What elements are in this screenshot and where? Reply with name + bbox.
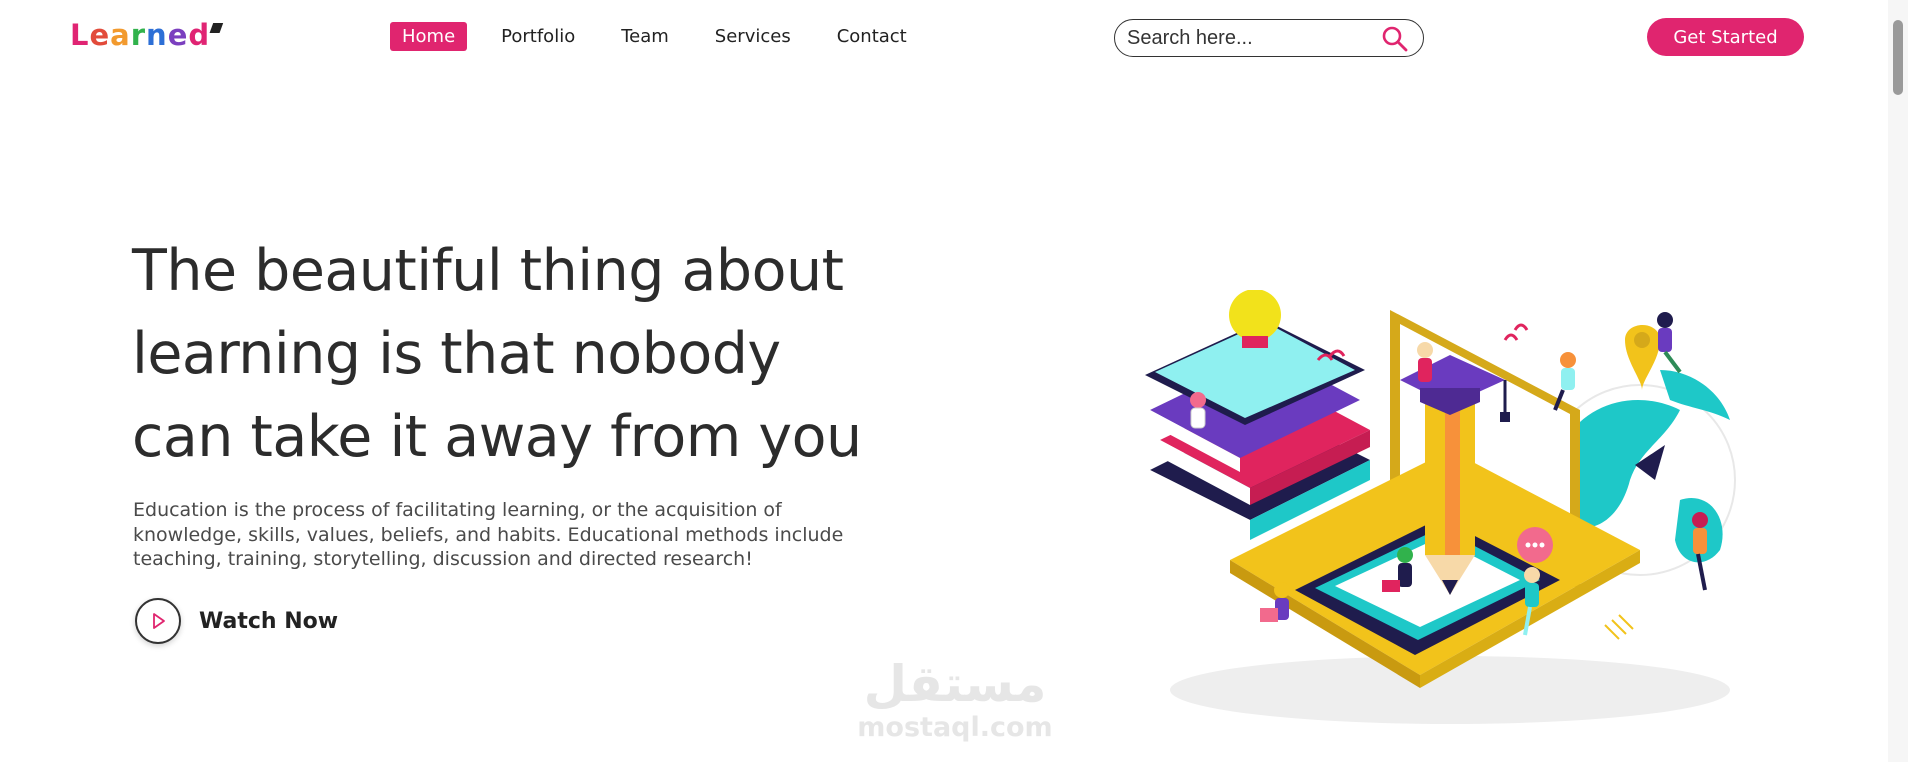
search-icon[interactable] bbox=[1381, 25, 1409, 58]
nav-item-home[interactable]: Home bbox=[390, 22, 468, 51]
person-figure bbox=[1692, 512, 1708, 591]
person-figure bbox=[1553, 352, 1576, 411]
person-figure bbox=[1190, 392, 1206, 429]
play-icon bbox=[153, 613, 165, 629]
logo-letter: n bbox=[146, 18, 168, 52]
watermark-latin: mostaql.com bbox=[857, 712, 1053, 743]
nav-item-portfolio[interactable]: Portfolio bbox=[489, 22, 587, 51]
person-figure bbox=[1657, 312, 1682, 374]
watermark: مستقل mostaql.com bbox=[855, 655, 1055, 743]
headline-line: learning is that nobody bbox=[132, 321, 781, 387]
headline-line: can take it away from you bbox=[132, 404, 862, 470]
hero-headline: The beautiful thing about learning is th… bbox=[132, 230, 912, 479]
nav-item-contact[interactable]: Contact bbox=[825, 22, 919, 51]
description-line: Education is the process of facilitating… bbox=[133, 499, 782, 521]
watermark-arabic: مستقل bbox=[863, 655, 1047, 713]
search-input[interactable] bbox=[1127, 26, 1367, 50]
play-button[interactable] bbox=[135, 598, 181, 644]
location-pin-icon bbox=[1625, 325, 1660, 390]
logo-letter: d bbox=[188, 18, 211, 52]
logo-letter: e bbox=[89, 18, 111, 52]
education-illustration bbox=[1145, 290, 1736, 724]
headline-line: The beautiful thing about bbox=[132, 238, 844, 304]
person-figure bbox=[1523, 567, 1540, 636]
watch-now-label: Watch Now bbox=[199, 608, 339, 634]
brand-logo[interactable]: Learned bbox=[70, 18, 224, 52]
page-scrollbar[interactable] bbox=[1888, 0, 1908, 762]
nav-item-team[interactable]: Team bbox=[609, 22, 681, 51]
description-line: teaching, training, storytelling, discus… bbox=[133, 548, 753, 570]
description-line: knowledge, skills, values, beliefs, and … bbox=[133, 523, 844, 546]
person-figure bbox=[1417, 342, 1433, 382]
get-started-button[interactable]: Get Started bbox=[1647, 18, 1804, 56]
graduation-cap-icon bbox=[209, 23, 224, 33]
logo-letter: a bbox=[110, 18, 131, 52]
logo-letter: L bbox=[70, 18, 90, 52]
chat-bubble-icon bbox=[1517, 527, 1553, 563]
hero-description: Education is the process of facilitating… bbox=[133, 498, 853, 572]
logo-letter: r bbox=[130, 18, 147, 52]
nav-item-services[interactable]: Services bbox=[703, 22, 803, 51]
scrollbar-thumb[interactable] bbox=[1893, 20, 1903, 95]
search-box bbox=[1114, 19, 1424, 57]
main-nav: Home Portfolio Team Services Contact bbox=[390, 22, 941, 51]
logo-letter: e bbox=[167, 18, 189, 52]
watch-now-button[interactable]: Watch Now bbox=[135, 598, 338, 644]
